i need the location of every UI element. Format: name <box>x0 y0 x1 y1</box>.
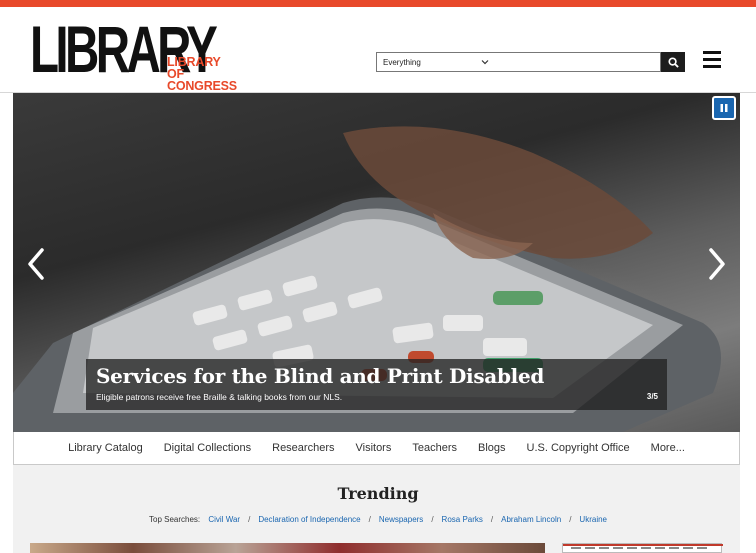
pause-icon[interactable] <box>712 96 736 120</box>
hero-subtitle: Eligible patrons receive free Braille & … <box>96 392 343 402</box>
top-search-link[interactable]: Declaration of Independence <box>258 515 360 524</box>
top-search-link[interactable]: Newspapers <box>379 515 423 524</box>
chevron-right-icon[interactable] <box>703 244 731 284</box>
nav-copyright-office[interactable]: U.S. Copyright Office <box>516 442 640 454</box>
top-searches: Top Searches: Civil War / Declaration of I… <box>0 515 756 524</box>
search-input[interactable] <box>493 52 661 72</box>
separator: / <box>431 515 434 524</box>
site-header: LIBRARY LIBRARY OF CONGRESS <box>0 7 756 93</box>
thumbnail-text-lines <box>571 547 711 549</box>
thumbnail-accent <box>563 544 723 546</box>
main-nav: Library Catalog Digital Collections Rese… <box>13 432 740 465</box>
pause-glyph <box>720 104 728 112</box>
chevron-left-icon[interactable] <box>22 244 50 284</box>
trending-section <box>13 465 740 553</box>
separator: / <box>248 515 251 524</box>
top-search-link[interactable]: Ukraine <box>579 515 607 524</box>
nav-teachers[interactable]: Teachers <box>402 442 468 454</box>
trending-thumbnail[interactable] <box>562 543 723 553</box>
nav-visitors[interactable]: Visitors <box>345 442 402 454</box>
hero-title[interactable]: Services for the Blind and Print Disable… <box>96 364 544 388</box>
logo-subtitle-line2: OF CONGRESS <box>167 67 237 93</box>
separator: / <box>490 515 494 524</box>
hero-caption[interactable]: Services for the Blind and Print Disable… <box>86 359 667 410</box>
logo-subtitle: LIBRARY OF CONGRESS <box>167 56 252 93</box>
search-icon <box>667 56 679 68</box>
separator: / <box>569 515 572 524</box>
library-of-congress-logo[interactable]: LIBRARY LIBRARY OF CONGRESS <box>30 16 252 92</box>
search-button[interactable] <box>661 52 685 72</box>
search-bar: Everything <box>376 52 685 72</box>
chevron-down-icon <box>481 60 489 65</box>
trending-title: Trending <box>337 484 419 503</box>
separator: / <box>368 515 371 524</box>
hamburger-menu-icon[interactable] <box>701 51 723 69</box>
nav-researchers[interactable]: Researchers <box>262 442 345 454</box>
nav-blogs[interactable]: Blogs <box>468 442 517 454</box>
slide-counter: 3/5 <box>646 392 658 401</box>
top-accent-bar <box>0 0 756 7</box>
nav-library-catalog[interactable]: Library Catalog <box>58 442 154 454</box>
trending-thumbnail[interactable] <box>30 543 545 553</box>
top-search-link[interactable]: Rosa Parks <box>442 515 483 524</box>
search-scope-value: Everything <box>383 58 421 67</box>
top-search-link[interactable]: Civil War <box>208 515 240 524</box>
search-scope-select[interactable]: Everything <box>376 52 494 72</box>
nav-digital-collections[interactable]: Digital Collections <box>153 442 261 454</box>
nav-more[interactable]: More... <box>640 442 695 454</box>
top-search-link[interactable]: Abraham Lincoln <box>501 515 561 524</box>
top-searches-label: Top Searches: <box>149 515 201 524</box>
